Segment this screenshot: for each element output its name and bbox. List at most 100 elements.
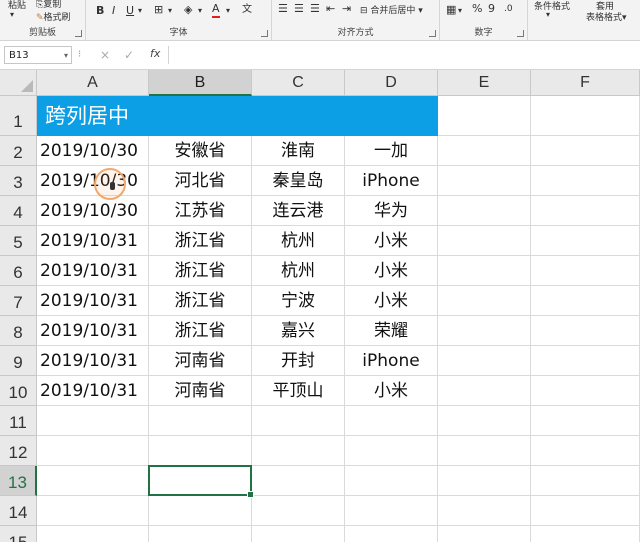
name-box-dropdown-icon[interactable]: ▾ — [64, 47, 68, 65]
cell-c6[interactable]: 杭州 — [252, 256, 345, 286]
cell-b7[interactable]: 浙江省 — [149, 286, 252, 316]
table-format-button[interactable]: 表格格式▾ — [586, 10, 627, 23]
cell-e13[interactable] — [438, 466, 531, 496]
percent-button[interactable]: % — [472, 2, 482, 16]
cell-b3[interactable]: 河北省 — [149, 166, 252, 196]
cell-a2[interactable]: 2019/10/30 — [37, 136, 149, 166]
column-header-c[interactable]: C — [252, 70, 345, 96]
row-header-14[interactable]: 14 — [0, 496, 37, 526]
cell-a6[interactable]: 2019/10/31 — [37, 256, 149, 286]
cell-c11[interactable] — [252, 406, 345, 436]
cell-f1[interactable] — [531, 96, 640, 136]
cell-d14[interactable] — [345, 496, 438, 526]
cell-b10[interactable]: 河南省 — [149, 376, 252, 406]
row-header-12[interactable]: 12 — [0, 436, 37, 466]
cell-f11[interactable] — [531, 406, 640, 436]
cell-b8[interactable]: 浙江省 — [149, 316, 252, 346]
copy-button[interactable]: ⎘复制 — [36, 0, 61, 10]
border-icon[interactable]: ⊞ — [154, 3, 163, 17]
cell-d12[interactable] — [345, 436, 438, 466]
cell-a14[interactable] — [37, 496, 149, 526]
merge-center-button[interactable]: ⊟ 合并后居中 ▾ — [360, 3, 423, 16]
align-center-icon[interactable]: ☰ — [294, 2, 304, 16]
cell-e2[interactable] — [438, 136, 531, 166]
formula-bar-splitter-icon[interactable]: ⁝ — [78, 49, 81, 60]
cell-b5[interactable]: 浙江省 — [149, 226, 252, 256]
cell-a10[interactable]: 2019/10/31 — [37, 376, 149, 406]
cell-d5[interactable]: 小米 — [345, 226, 438, 256]
accounting-format-icon[interactable]: ▦ — [446, 3, 456, 17]
cell-f15[interactable] — [531, 526, 640, 542]
cell-d4[interactable]: 华为 — [345, 196, 438, 226]
cell-e5[interactable] — [438, 226, 531, 256]
row-header-7[interactable]: 7 — [0, 286, 37, 316]
cell-f2[interactable] — [531, 136, 640, 166]
cell-e12[interactable] — [438, 436, 531, 466]
row-header-3[interactable]: 3 — [0, 166, 37, 196]
fill-color-icon[interactable]: ◈ — [184, 3, 192, 17]
cell-a1[interactable]: 跨列居中 — [37, 96, 149, 136]
cell-f14[interactable] — [531, 496, 640, 526]
phonetic-icon[interactable]: 文 — [242, 3, 252, 17]
fill-dropdown-icon[interactable]: ▾ — [198, 4, 202, 18]
cell-b14[interactable] — [149, 496, 252, 526]
cell-d9[interactable]: iPhone — [345, 346, 438, 376]
row-header-10[interactable]: 10 — [0, 376, 37, 406]
row-header-1[interactable]: 1 — [0, 96, 37, 136]
cell-d1[interactable] — [345, 96, 438, 136]
cell-d6[interactable]: 小米 — [345, 256, 438, 286]
row-header-8[interactable]: 8 — [0, 316, 37, 346]
conditional-format-button[interactable]: 条件格式 — [534, 0, 570, 12]
cell-c12[interactable] — [252, 436, 345, 466]
cell-f8[interactable] — [531, 316, 640, 346]
row-header-11[interactable]: 11 — [0, 406, 37, 436]
cell-c4[interactable]: 连云港 — [252, 196, 345, 226]
cell-d10[interactable]: 小米 — [345, 376, 438, 406]
cell-c14[interactable] — [252, 496, 345, 526]
format-painter-button[interactable]: ✎格式刷 — [36, 10, 71, 23]
cell-b13[interactable] — [149, 466, 252, 496]
border-dropdown-icon[interactable]: ▾ — [168, 4, 172, 18]
cell-b2[interactable]: 安徽省 — [149, 136, 252, 166]
cell-b9[interactable]: 河南省 — [149, 346, 252, 376]
paste-dropdown-icon[interactable]: ▾ — [10, 10, 14, 19]
cell-d11[interactable] — [345, 406, 438, 436]
cell-a9[interactable]: 2019/10/31 — [37, 346, 149, 376]
cell-b1[interactable] — [149, 96, 252, 136]
cell-e9[interactable] — [438, 346, 531, 376]
cell-a13[interactable] — [37, 466, 149, 496]
cell-e15[interactable] — [438, 526, 531, 542]
decimal-icon[interactable]: .0 — [504, 2, 513, 16]
cell-a15[interactable] — [37, 526, 149, 542]
cell-b11[interactable] — [149, 406, 252, 436]
cell-e1[interactable] — [438, 96, 531, 136]
cell-b12[interactable] — [149, 436, 252, 466]
row-header-2[interactable]: 2 — [0, 136, 37, 166]
font-color-dropdown-icon[interactable]: ▾ — [226, 4, 230, 18]
select-all-corner[interactable] — [0, 70, 37, 96]
conditional-dropdown-icon[interactable]: ▾ — [546, 10, 550, 19]
number-launcher-icon[interactable] — [517, 30, 524, 37]
cell-f10[interactable] — [531, 376, 640, 406]
cell-a11[interactable] — [37, 406, 149, 436]
row-header-6[interactable]: 6 — [0, 256, 37, 286]
cell-f9[interactable] — [531, 346, 640, 376]
column-header-b[interactable]: B — [149, 70, 252, 96]
cell-e8[interactable] — [438, 316, 531, 346]
cell-e14[interactable] — [438, 496, 531, 526]
cell-e3[interactable] — [438, 166, 531, 196]
cell-b6[interactable]: 浙江省 — [149, 256, 252, 286]
cell-c1[interactable] — [252, 96, 345, 136]
enter-icon[interactable]: ✓ — [124, 48, 134, 62]
cell-a3[interactable]: 2019/10/30 — [37, 166, 149, 196]
cell-c7[interactable]: 宁波 — [252, 286, 345, 316]
cell-f12[interactable] — [531, 436, 640, 466]
row-header-9[interactable]: 9 — [0, 346, 37, 376]
cell-b4[interactable]: 江苏省 — [149, 196, 252, 226]
comma-style-button[interactable]: 9 — [488, 2, 495, 16]
cell-e11[interactable] — [438, 406, 531, 436]
row-header-5[interactable]: 5 — [0, 226, 37, 256]
cell-f5[interactable] — [531, 226, 640, 256]
increase-indent-icon[interactable]: ⇥ — [342, 2, 351, 16]
cell-e7[interactable] — [438, 286, 531, 316]
